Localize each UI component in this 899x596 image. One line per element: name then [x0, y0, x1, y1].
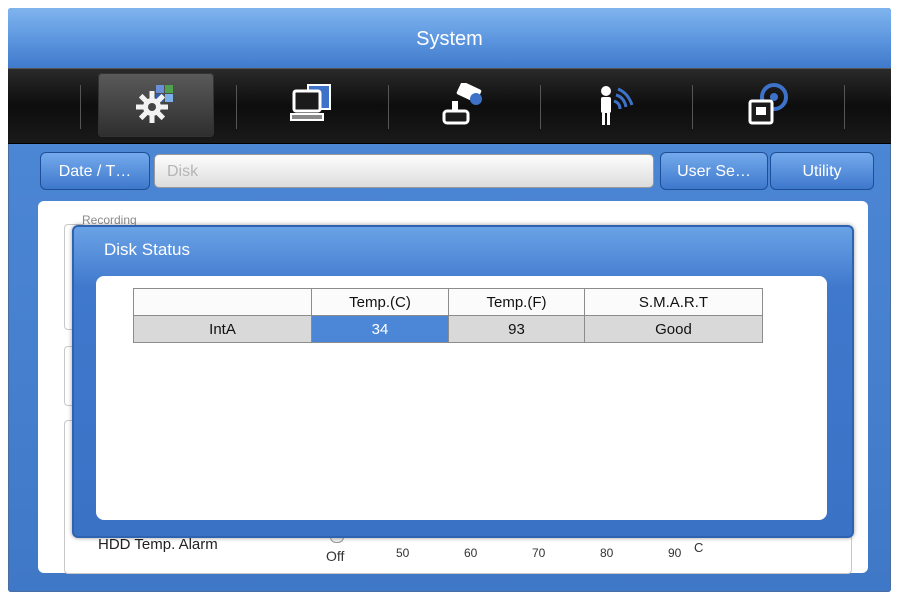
- scale-tick-label: 80: [600, 546, 614, 560]
- temp-c-cell[interactable]: 34: [311, 315, 449, 343]
- hdd-temp-value: Off: [326, 548, 345, 564]
- tab-utility[interactable]: Utility: [770, 152, 874, 190]
- scale-tick-label: 50: [396, 546, 410, 560]
- nav-event-button[interactable]: [558, 73, 674, 137]
- divider: [236, 85, 237, 129]
- tab-user-setup[interactable]: User Se…: [660, 152, 768, 190]
- scale-tick-label: 70: [532, 546, 546, 560]
- temperature-unit: C: [694, 540, 704, 555]
- divider: [540, 85, 541, 129]
- event-alarm-person-icon: [601, 86, 634, 125]
- scale-tick-label: 60: [464, 546, 478, 560]
- table-header-row: Temp.(C) Temp.(F) S.M.A.R.T: [133, 288, 763, 316]
- tab-date-time[interactable]: Date / T…: [40, 152, 150, 190]
- tab-disk[interactable]: Disk: [154, 154, 654, 188]
- column-header-disk: [133, 288, 312, 316]
- divider: [692, 85, 693, 129]
- divider: [80, 85, 81, 129]
- temp-f-cell[interactable]: 93: [448, 315, 585, 343]
- disk-status-table: Temp.(C) Temp.(F) S.M.A.R.T IntA 34 93 G…: [133, 288, 763, 343]
- scale-tick-label: 90: [668, 546, 682, 560]
- divider: [844, 85, 845, 129]
- dialog-title: Disk Status: [104, 240, 190, 259]
- nav-network-button[interactable]: [254, 73, 370, 137]
- computer-network-icon: [290, 84, 331, 121]
- camera-device-icon: [442, 83, 482, 125]
- column-header-temp-f: Temp.(F): [448, 288, 585, 316]
- column-header-temp-c: Temp.(C): [311, 288, 449, 316]
- divider: [388, 85, 389, 129]
- column-header-smart: S.M.A.R.T: [584, 288, 763, 316]
- nav-system-button[interactable]: [98, 73, 214, 137]
- nav-device-button[interactable]: [406, 73, 522, 137]
- nav-storage-button[interactable]: [710, 73, 826, 137]
- title-bar: System: [8, 8, 891, 68]
- window-title: System: [416, 28, 483, 50]
- settings-tabs: Date / T… Disk User Se… Utility: [32, 152, 874, 192]
- hdd-temp-alarm-label: HDD Temp. Alarm: [98, 536, 218, 553]
- disk-name-cell[interactable]: IntA: [133, 315, 312, 343]
- system-gear-icon: [136, 85, 173, 123]
- table-row[interactable]: IntA 34 93 Good: [133, 315, 763, 343]
- smart-status-cell[interactable]: Good: [584, 315, 763, 343]
- category-icon-bar: [8, 68, 891, 144]
- storage-disk-icon: [748, 83, 788, 125]
